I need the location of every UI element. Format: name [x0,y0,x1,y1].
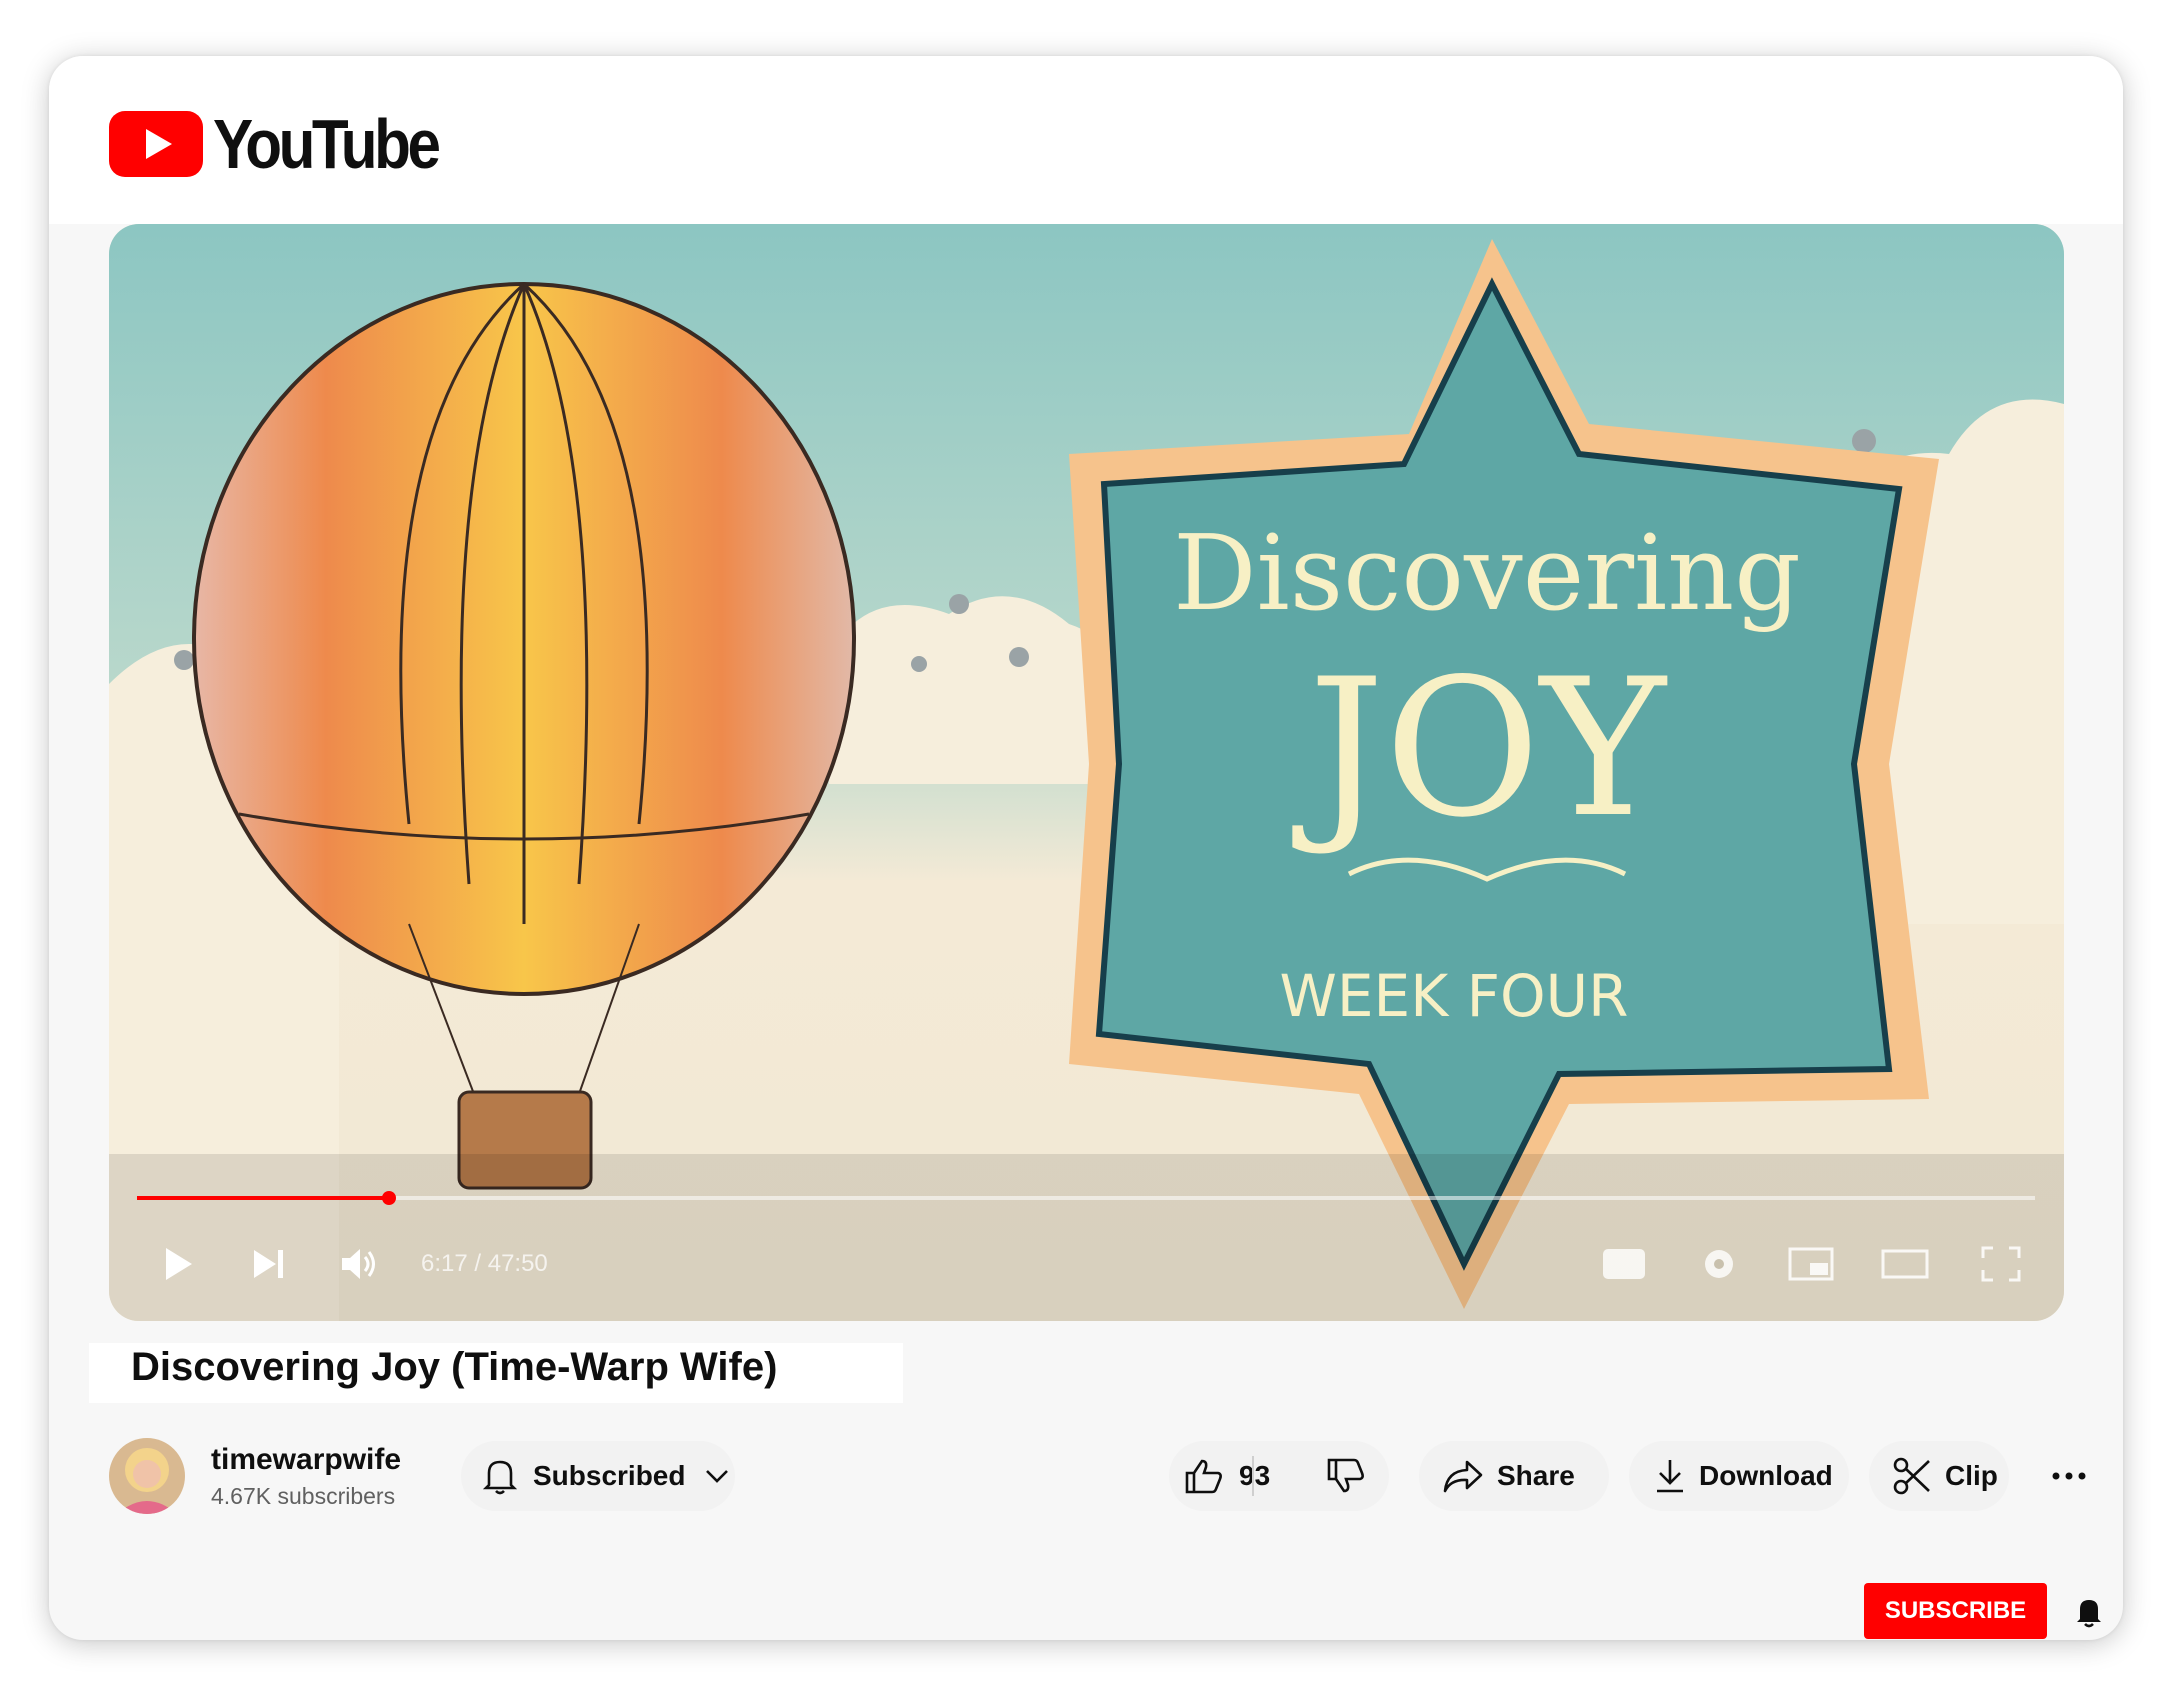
play-button[interactable] [149,1234,209,1294]
youtube-wordmark: YouTube [213,105,441,183]
captions-icon [1603,1249,1645,1279]
settings-button[interactable] [1689,1234,1749,1294]
youtube-logo[interactable]: YouTube [109,105,474,183]
thumbs-down-icon [1327,1458,1364,1493]
fullscreen-button[interactable] [1971,1234,2031,1294]
share-arrow-icon [1443,1460,1483,1493]
subscriber-count: 4.67K subscribers [211,1482,396,1509]
notification-bell-button[interactable] [2069,1590,2109,1634]
more-actions-button[interactable] [2034,1441,2104,1511]
fullscreen-icon [1981,1246,2021,1282]
bell-icon [483,1460,517,1495]
theater-mode-button[interactable] [1875,1234,1935,1294]
progress-bar[interactable] [137,1191,2035,1205]
play-icon [166,1248,192,1280]
thumbs-up-icon [1185,1459,1222,1494]
next-icon [254,1250,283,1278]
masthead: YouTube [49,56,2123,224]
subscribe-button[interactable]: SUBSCRIBE [1864,1583,2047,1639]
download-icon [1657,1460,1683,1493]
progress-fill [137,1196,390,1200]
thumbnail-line3: WEEK FOUR [1280,962,1629,1030]
theater-icon [1881,1249,1929,1279]
clip-label: Clip [1945,1460,1998,1491]
avatar-image [109,1438,185,1514]
like-dislike-divider [1252,1456,1254,1496]
settings-icon [1705,1250,1733,1278]
volume-button[interactable] [329,1234,389,1294]
channel-owner: timewarpwife 4.67K subscribers [109,1436,401,1516]
more-dots-icon [2052,1472,2086,1480]
bell-icon [2077,1600,2101,1628]
dislike-button[interactable] [1306,1441,1386,1511]
captions-button[interactable] [1594,1234,1654,1294]
subscribed-label: Subscribed [533,1460,686,1491]
download-label: Download [1699,1460,1833,1491]
next-button[interactable] [239,1234,299,1294]
chevron-down-icon [706,1470,729,1483]
time-display: 6:17 / 47:50 [421,1250,548,1277]
download-button[interactable]: Download [1629,1441,1849,1511]
channel-name[interactable]: timewarpwife [211,1443,401,1477]
youtube-play-logo-icon [109,111,203,177]
subscribed-button[interactable]: Subscribed [461,1441,735,1511]
miniplayer-icon [1788,1247,1834,1281]
video-title: Discovering Joy (Time-Warp Wife) [131,1345,778,1389]
clip-button[interactable]: Clip [1869,1441,2009,1511]
video-thumbnail-art: Discovering JOY WEEK FOUR [109,224,2064,1321]
share-button[interactable]: Share [1419,1441,1609,1511]
player-controls: 6:17 / 47:50 [109,1234,2064,1294]
share-label: Share [1497,1460,1575,1491]
miniplayer-button[interactable] [1781,1234,1841,1294]
video-player[interactable]: Discovering JOY WEEK FOUR 6:17 / 47:50 [109,224,2064,1321]
thumbnail-line2: JOY [1292,638,1668,859]
channel-avatar[interactable] [109,1438,185,1514]
volume-icon [342,1249,375,1279]
like-count: 93 [1239,1460,1271,1491]
video-page-card: YouTube Discovering JOY WEEK FOUR 6:17 /… [49,56,2123,1640]
scissors-icon [1893,1457,1930,1495]
thumbnail-line1: Discovering [1173,512,1801,634]
